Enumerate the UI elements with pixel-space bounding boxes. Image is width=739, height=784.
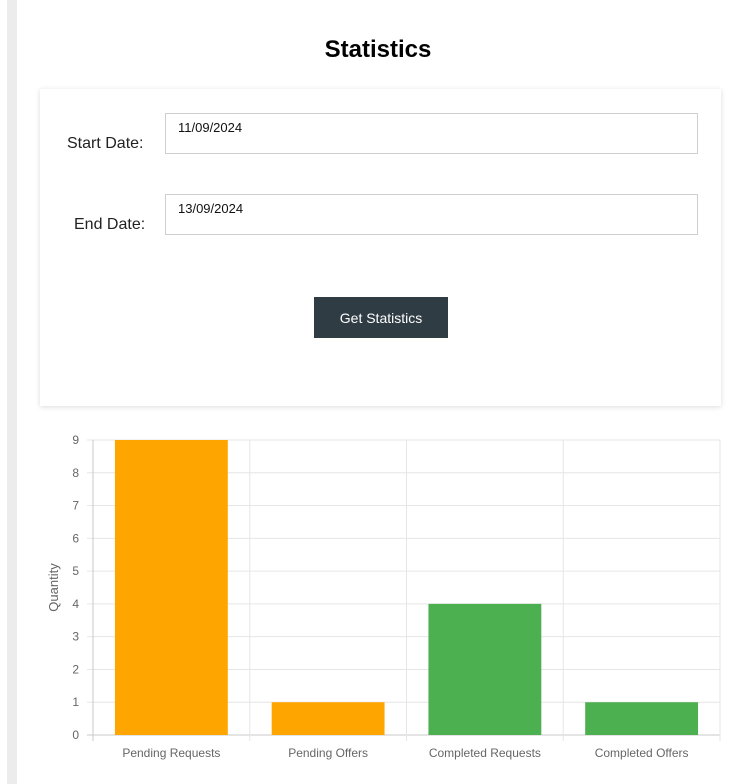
bar-pending-offers [271,702,385,735]
end-date-label: End Date: [74,216,146,233]
y-tick-label: 5 [72,564,79,578]
bar-completed-offers [585,702,699,735]
x-tick-label: Completed Offers [595,746,689,760]
y-axis-title: Quantity [46,563,61,612]
x-tick-label: Pending Offers [288,746,368,760]
y-tick-label: 7 [72,499,79,513]
end-date-input[interactable] [165,194,698,235]
x-tick-label: Completed Requests [429,746,541,760]
y-tick-label: 2 [72,662,79,676]
bar-pending-requests [114,440,228,735]
y-tick-label: 4 [72,597,79,611]
y-tick-label: 8 [72,466,79,480]
y-tick-label: 6 [72,531,79,545]
start-date-label: Start Date: [67,135,144,152]
bar-completed-requests [428,603,542,735]
date-range-form: Start Date: End Date: Get Statistics [40,89,721,406]
y-tick-label: 0 [72,728,79,742]
get-statistics-button[interactable]: Get Statistics [314,297,448,338]
y-tick-label: 9 [72,433,79,447]
page-title: Statistics [324,36,432,63]
y-tick-label: 1 [72,695,79,709]
statistics-bar-chart: 0 1 2 3 4 5 6 7 8 9 Pending Requests Pending Offers… [46,433,721,760]
x-tick-label: Pending Requests [122,746,220,760]
start-date-input[interactable] [165,113,698,154]
y-tick-label: 3 [72,630,79,644]
